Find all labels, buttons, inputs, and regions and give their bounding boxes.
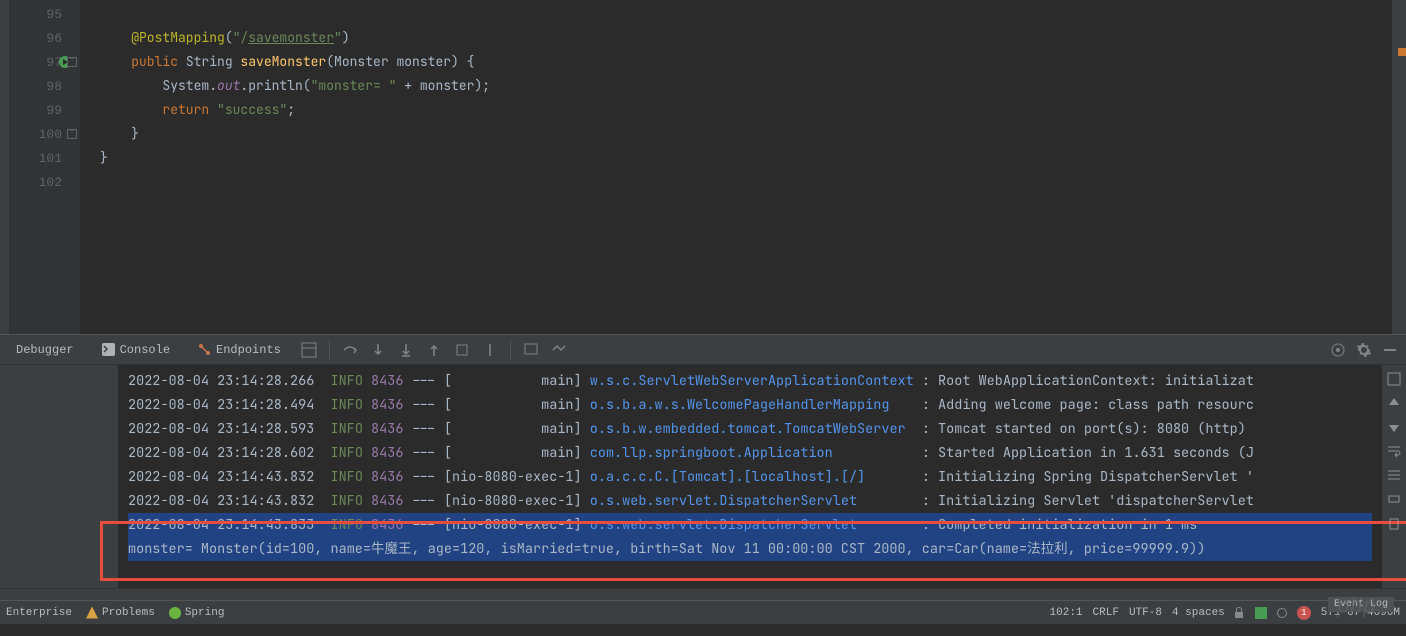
fold-icon[interactable] <box>67 129 77 139</box>
run-to-cursor-icon[interactable] <box>482 342 498 358</box>
target-icon[interactable] <box>1330 342 1346 358</box>
cursor-position[interactable]: 102:1 <box>1050 607 1083 619</box>
down-icon[interactable] <box>1386 419 1402 435</box>
fold-icon[interactable] <box>67 57 77 67</box>
console-output[interactable]: 2022-08-04 23:14:28.266 INFO 8436 --- [ … <box>118 365 1382 588</box>
layout-icon[interactable] <box>1386 371 1402 387</box>
code-line[interactable]: } <box>80 146 1406 170</box>
tab-debugger[interactable]: Debugger <box>8 339 82 361</box>
line-number[interactable]: 102 <box>10 170 80 194</box>
endpoints-icon <box>198 343 211 356</box>
separator <box>329 341 330 359</box>
file-encoding[interactable]: UTF-8 <box>1129 607 1162 619</box>
sync-icon[interactable] <box>1277 608 1287 618</box>
status-enterprise[interactable]: Enterprise <box>6 607 72 619</box>
evaluate-icon[interactable] <box>523 342 539 358</box>
console-area: 2022-08-04 23:14:28.266 INFO 8436 --- [ … <box>0 365 1406 588</box>
line-number[interactable]: 95 <box>10 2 80 26</box>
line-number[interactable]: 101 <box>10 146 80 170</box>
log-line[interactable]: 2022-08-04 23:14:28.602 INFO 8436 --- [ … <box>128 441 1372 465</box>
line-number[interactable]: 100 <box>10 122 80 146</box>
debug-panel: Debugger Console Endpoints 2022-08-04 23… <box>0 334 1406 600</box>
code-editor[interactable]: @PostMapping("/savemonster") public Stri… <box>80 0 1406 334</box>
event-log-button[interactable]: Event Log <box>1328 597 1394 612</box>
status-problems[interactable]: Problems <box>86 607 155 619</box>
warning-icon <box>86 607 98 619</box>
status-bar: Enterprise Problems Spring 102:1 CRLF UT… <box>0 600 1406 624</box>
code-line[interactable] <box>80 2 1406 26</box>
warning-marker[interactable] <box>1398 48 1406 56</box>
log-line[interactable]: 2022-08-04 23:14:43.833 INFO 8436 --- [n… <box>128 513 1372 537</box>
code-line[interactable]: } <box>80 122 1406 146</box>
code-line[interactable]: return "success"; <box>80 98 1406 122</box>
trace-icon[interactable] <box>551 342 567 358</box>
line-number[interactable]: 98 <box>10 74 80 98</box>
code-line[interactable]: System.out.println("monster= " + monster… <box>80 74 1406 98</box>
line-separator[interactable]: CRLF <box>1093 607 1119 619</box>
tab-endpoints[interactable]: Endpoints <box>190 339 289 361</box>
notification-badge[interactable]: 1 <box>1297 606 1311 620</box>
status-spring[interactable]: Spring <box>169 607 225 619</box>
step-over-icon[interactable] <box>342 342 358 358</box>
print-icon[interactable] <box>1386 491 1402 507</box>
log-line[interactable]: 2022-08-04 23:14:43.832 INFO 8436 --- [n… <box>128 465 1372 489</box>
gear-icon[interactable] <box>1356 342 1372 358</box>
log-line[interactable]: 2022-08-04 23:14:28.494 INFO 8436 --- [ … <box>128 393 1372 417</box>
wrap-icon[interactable] <box>1386 443 1402 459</box>
separator <box>510 341 511 359</box>
code-line[interactable]: public String saveMonster(Monster monste… <box>80 50 1406 74</box>
highlighted-output[interactable]: monster= Monster(id=100, name=牛魔王, age=1… <box>128 537 1372 561</box>
editor-area: 95 96 97 98 99 100 101 102 @PostMapping(… <box>10 0 1406 334</box>
force-step-into-icon[interactable] <box>398 342 414 358</box>
console-right-toolbar <box>1382 365 1406 588</box>
lock-icon[interactable] <box>1235 608 1245 618</box>
log-line[interactable]: 2022-08-04 23:14:43.832 INFO 8436 --- [n… <box>128 489 1372 513</box>
drop-frame-icon[interactable] <box>454 342 470 358</box>
editor-gutter[interactable]: 95 96 97 98 99 100 101 102 <box>10 0 80 334</box>
scroll-icon[interactable] <box>1386 467 1402 483</box>
up-icon[interactable] <box>1386 395 1402 411</box>
code-line[interactable]: @PostMapping("/savemonster") <box>80 26 1406 50</box>
panel-toolbar: Debugger Console Endpoints <box>0 335 1406 365</box>
tab-console[interactable]: Console <box>94 339 178 361</box>
line-number[interactable]: 97 <box>10 50 80 74</box>
inspection-icon[interactable] <box>1255 607 1267 619</box>
left-tool-sidebar[interactable] <box>0 0 10 334</box>
editor-container: 95 96 97 98 99 100 101 102 @PostMapping(… <box>0 0 1406 334</box>
console-left-sidebar[interactable] <box>0 365 118 588</box>
step-out-icon[interactable] <box>426 342 442 358</box>
minimize-icon[interactable] <box>1382 342 1398 358</box>
code-line[interactable] <box>80 170 1406 194</box>
line-number[interactable]: 96 <box>10 26 80 50</box>
step-into-icon[interactable] <box>370 342 386 358</box>
indent-setting[interactable]: 4 spaces <box>1172 607 1225 619</box>
editor-right-markers[interactable] <box>1392 0 1406 334</box>
clear-icon[interactable] <box>1386 515 1402 531</box>
log-line[interactable]: 2022-08-04 23:14:28.593 INFO 8436 --- [ … <box>128 417 1372 441</box>
console-icon <box>102 343 115 356</box>
horizontal-scrollbar[interactable] <box>0 588 1406 600</box>
line-number[interactable]: 99 <box>10 98 80 122</box>
log-line[interactable]: 2022-08-04 23:14:28.266 INFO 8436 --- [ … <box>128 369 1372 393</box>
layout-icon[interactable] <box>301 342 317 358</box>
spring-icon <box>169 607 181 619</box>
